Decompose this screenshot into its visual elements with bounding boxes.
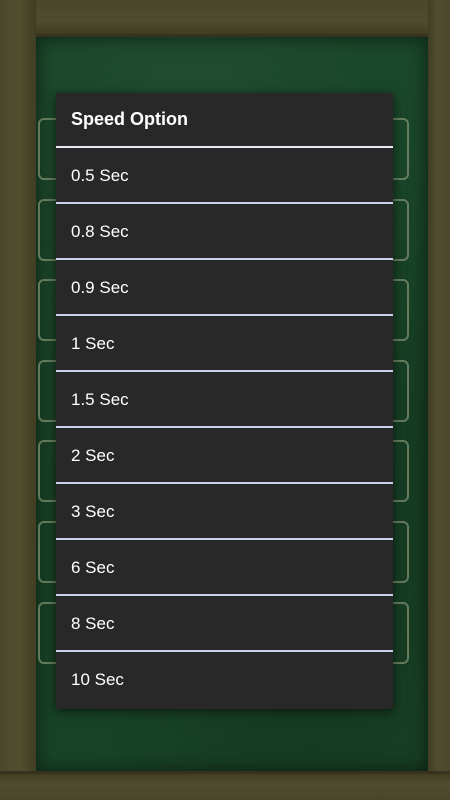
speed-option-item[interactable]: 6 Sec <box>56 540 393 596</box>
speed-option-dialog: Speed Option 0.5 Sec 0.8 Sec 0.9 Sec 1 Sec 1… <box>56 93 393 709</box>
speed-option-item[interactable]: 1.5 Sec <box>56 372 393 428</box>
speed-option-item[interactable]: 0.8 Sec <box>56 204 393 260</box>
speed-option-item[interactable]: 0.9 Sec <box>56 260 393 316</box>
speed-option-item[interactable]: 10 Sec <box>56 652 393 708</box>
screen: Speed Option 0.5 Sec 0.8 Sec 0.9 Sec 1 Sec 1… <box>0 0 450 800</box>
speed-options-list: 0.5 Sec 0.8 Sec 0.9 Sec 1 Sec 1.5 Sec 2 Sec 3 … <box>56 148 393 708</box>
speed-option-item[interactable]: 8 Sec <box>56 596 393 652</box>
speed-option-item[interactable]: 1 Sec <box>56 316 393 372</box>
speed-option-item[interactable]: 0.5 Sec <box>56 148 393 204</box>
speed-option-item[interactable]: 3 Sec <box>56 484 393 540</box>
dialog-title: Speed Option <box>56 93 393 148</box>
speed-option-item[interactable]: 2 Sec <box>56 428 393 484</box>
